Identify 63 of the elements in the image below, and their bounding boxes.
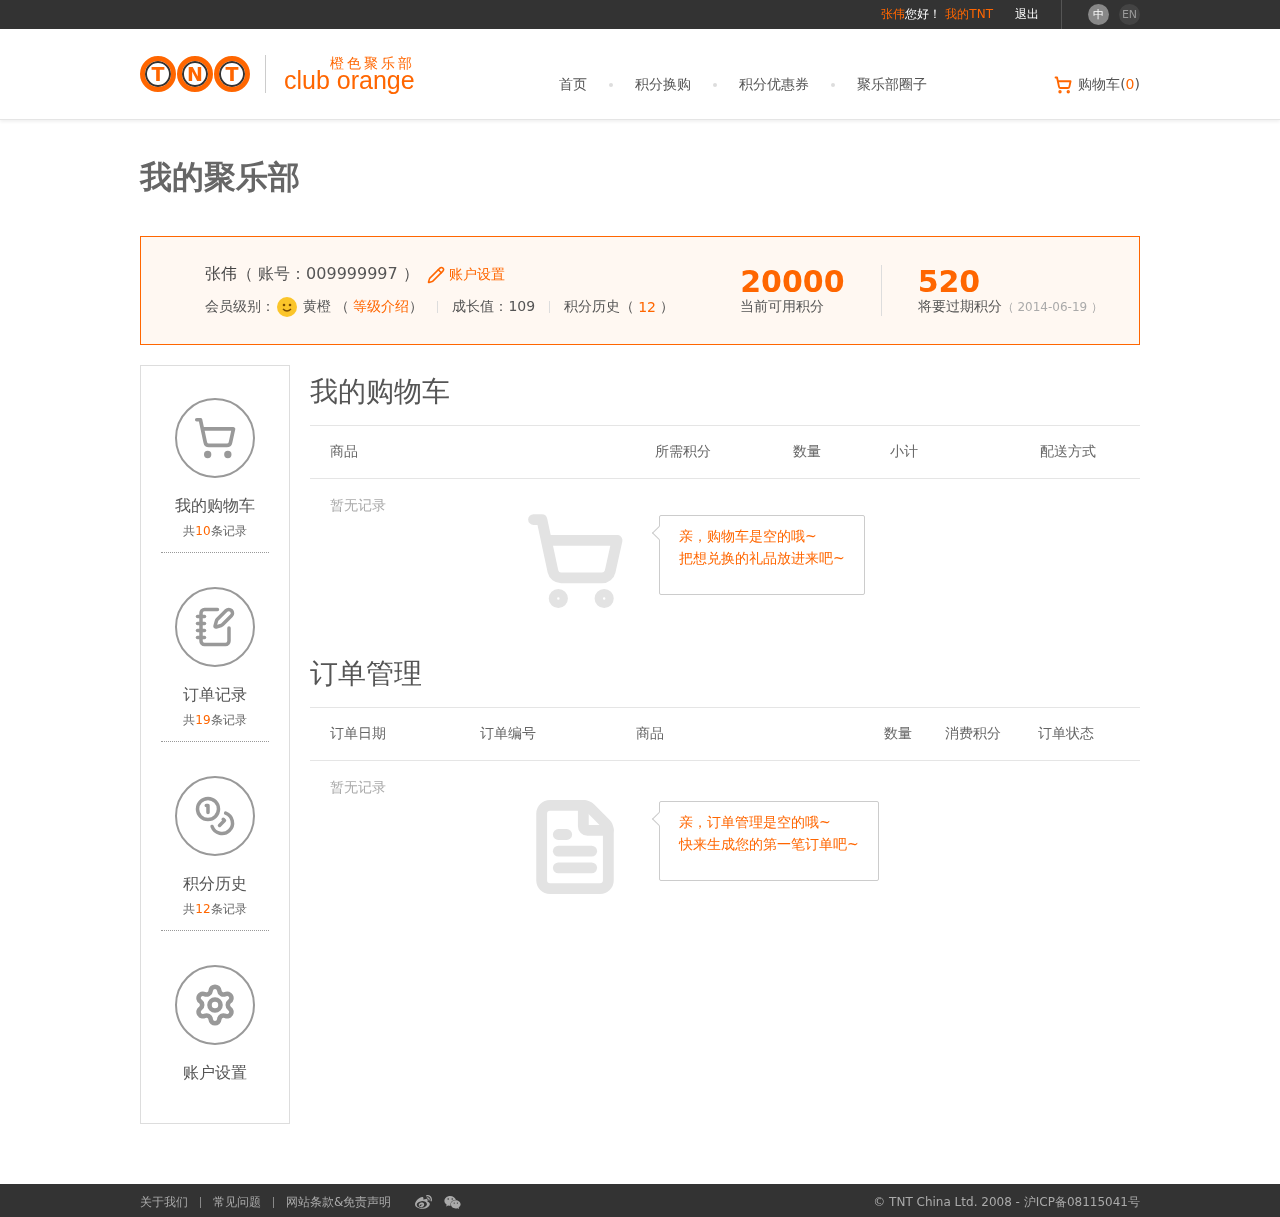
column-header: 订单日期: [330, 725, 387, 743]
section-title: 订单管理: [310, 656, 423, 692]
section-title: 我的购物车: [310, 374, 451, 410]
gear-icon: [193, 983, 237, 1027]
level-name: 黄橙 （: [303, 298, 350, 316]
column-header: 商品: [330, 443, 359, 461]
smiley-icon: [277, 297, 297, 317]
bubble-message: 亲，订单管理是空的哦~: [679, 814, 832, 832]
wechat-icon[interactable]: [444, 1194, 462, 1211]
greeting-text: 张伟您好！: [881, 6, 942, 23]
level-label: 会员级别：: [205, 298, 275, 316]
points-value: 520: [917, 265, 982, 298]
nav-link[interactable]: 积分优惠券: [738, 76, 809, 94]
empty-text: 暂无记录: [330, 497, 386, 515]
nav-link[interactable]: 聚乐部圈子: [856, 76, 927, 94]
closing-paren: ）: [660, 298, 674, 316]
nav-link[interactable]: 首页: [558, 76, 587, 94]
nav-link[interactable]: 积分换购: [634, 76, 691, 94]
sidebar-item[interactable]: 我的购物车 共10条记录: [161, 382, 269, 553]
my-tnt-link[interactable]: 我的TNT: [945, 6, 993, 23]
sidebar-item[interactable]: 积分历史 共12条记录: [161, 760, 269, 931]
empty-cart-icon: [525, 511, 625, 611]
logo-letter: N: [177, 56, 213, 92]
column-header: 数量: [793, 443, 822, 461]
column-header: 订单编号: [480, 725, 537, 743]
expiry-date: （ 2014-06-19 ）: [1001, 298, 1103, 316]
growth-value: 成长值：109: [452, 298, 536, 316]
sidebar-item[interactable]: 订单记录 共19条记录: [161, 571, 269, 742]
logo-letter: T: [214, 56, 250, 92]
points-value: 20000: [740, 265, 845, 298]
column-header: 数量: [884, 725, 913, 743]
points-label: 当前可用积分: [740, 298, 825, 316]
logo-letter: T: [140, 56, 176, 92]
column-header: 所需积分: [655, 443, 712, 461]
member-name: 张伟: [205, 264, 237, 285]
sidebar-item[interactable]: 账户设置: [161, 949, 269, 1096]
column-header: 商品: [636, 725, 665, 743]
cart-icon: [1054, 76, 1073, 94]
column-header: 小计: [890, 443, 919, 461]
document-pencil-icon: [194, 606, 236, 648]
column-header: 订单状态: [1038, 725, 1095, 743]
bubble-message: 把想兑换的礼品放进来吧~: [679, 550, 845, 568]
points-history-label: 积分历史（: [564, 298, 635, 316]
column-header: 消费积分: [945, 725, 1002, 743]
closing-paren: ）: [409, 298, 424, 316]
copyright-text: © TNT China Ltd. 2008 - 沪ICP备08115041号: [873, 1194, 1140, 1211]
footer-link[interactable]: 关于我们: [140, 1194, 188, 1211]
footer-link[interactable]: 网站条款&免责声明: [286, 1194, 392, 1211]
empty-text: 暂无记录: [330, 779, 386, 797]
bubble-message: 快来生成您的第一笔订单吧~: [679, 836, 859, 854]
language-button[interactable]: 中: [1088, 4, 1109, 25]
cart-link[interactable]: 购物车(0): [1054, 76, 1140, 94]
page-title: 我的聚乐部: [140, 157, 301, 198]
points-label: 将要过期积分: [917, 298, 1002, 316]
bubble-message: 亲，购物车是空的哦~: [679, 528, 818, 546]
coins-icon: [194, 795, 236, 837]
weibo-icon[interactable]: [415, 1194, 433, 1211]
logout-link[interactable]: 退出: [1015, 6, 1039, 23]
column-header: 配送方式: [1040, 443, 1097, 461]
cart-icon: [193, 416, 237, 460]
footer-link[interactable]: 常见问题: [213, 1194, 261, 1211]
account-number: （ 账号：009999997 ）: [237, 264, 419, 285]
pencil-icon: [426, 265, 445, 284]
